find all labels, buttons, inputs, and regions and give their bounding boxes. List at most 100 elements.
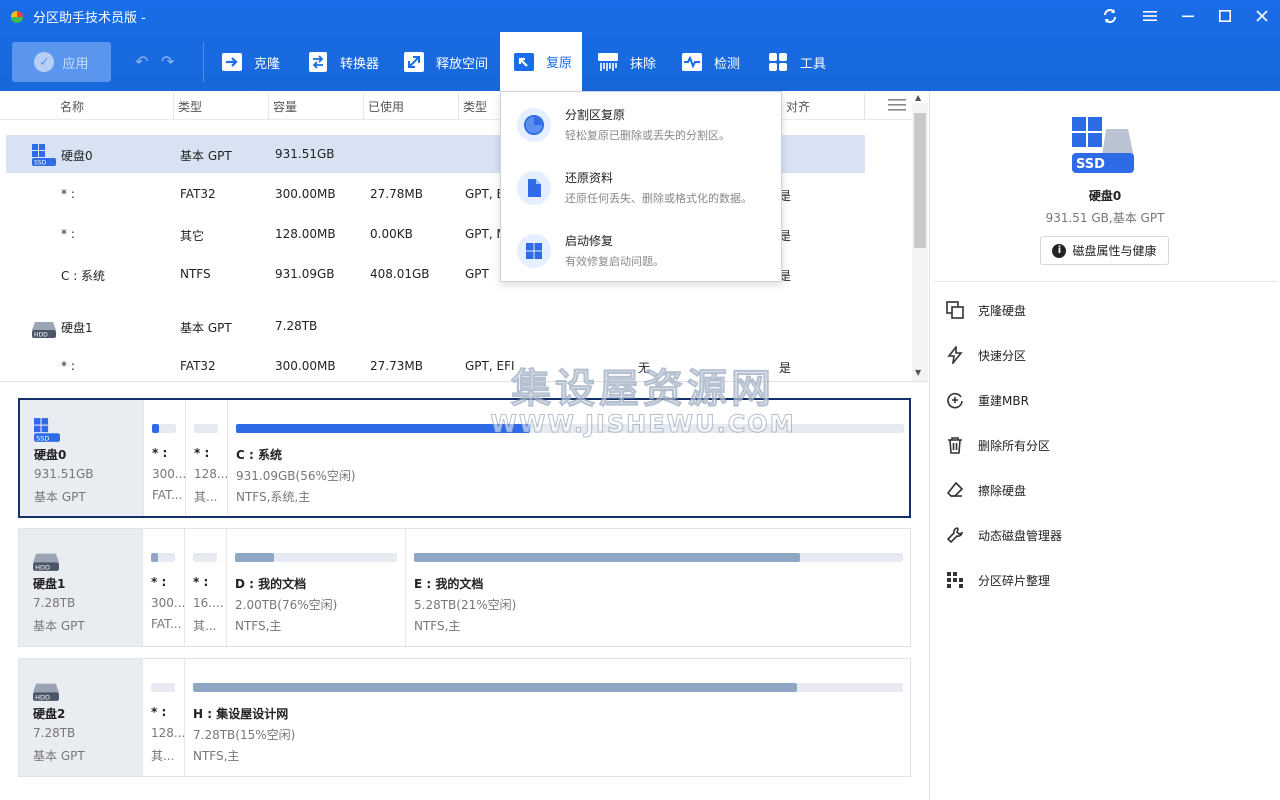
action-label: 克隆硬盘 xyxy=(978,303,1027,318)
undo-icon[interactable]: ↶ xyxy=(135,52,148,71)
recover-icon xyxy=(514,52,534,71)
pane-splitter[interactable] xyxy=(0,381,928,382)
wipe-disk-action[interactable]: 擦除硬盘 xyxy=(946,480,1026,500)
col-divider[interactable] xyxy=(458,93,459,119)
delete-all-partitions-action[interactable]: 删除所有分区 xyxy=(946,435,1050,455)
partition-block-e[interactable]: E : 我的文档 5.28TB(21%空闲) NTFS,主 xyxy=(405,529,910,646)
scroll-down-icon[interactable]: ▼ xyxy=(915,368,921,377)
usage-bar xyxy=(236,424,904,433)
partition-name: E : 我的文档 xyxy=(414,577,484,591)
table-scrollbar[interactable]: ▲ ▼ xyxy=(912,93,928,381)
disk-type: 基本 GPT xyxy=(33,749,85,763)
partition-name: D : 我的文档 xyxy=(235,577,307,591)
usage-bar xyxy=(152,424,176,433)
partition-name: H : 集设屋设计网 xyxy=(193,707,289,721)
tools-tool-button[interactable]: 工具 xyxy=(766,42,826,82)
partition-recovery-menu-item[interactable]: 分割区复原 轻松复原已删除或丢失的分割区。 xyxy=(501,92,781,154)
disk-size: 7.28TB xyxy=(33,726,76,740)
row-type: 基本 GPT xyxy=(180,149,232,163)
clone-tool-button[interactable]: 克隆 xyxy=(220,42,280,82)
menu-item-desc: 轻松复原已删除或丢失的分割区。 xyxy=(565,129,730,142)
quick-partition-action[interactable]: 快速分区 xyxy=(946,345,1026,365)
partition-size: 2.00TB(76%空闲) xyxy=(235,598,338,612)
disk-operations-panel: SSD 硬盘0 931.51 GB,基本 GPT i 磁盘属性与健康 克隆硬盘 … xyxy=(929,91,1280,800)
partition-name: * : xyxy=(152,446,168,460)
selected-disk-info: 931.51 GB,基本 GPT xyxy=(1045,211,1165,225)
col-header-used[interactable]: 已使用 xyxy=(368,98,404,115)
partition-size: 7.28TB(15%空闲) xyxy=(193,728,296,742)
maximize-icon[interactable] xyxy=(1213,6,1237,26)
col-header-type2[interactable]: 类型 xyxy=(463,98,487,115)
partition-block[interactable]: * : 128... 其... xyxy=(185,400,229,516)
refresh-icon[interactable] xyxy=(1098,6,1122,26)
col-header-align[interactable]: 对齐 xyxy=(786,98,810,115)
dynamic-disk-manager-action[interactable]: 动态磁盘管理器 xyxy=(946,525,1062,545)
partition-block[interactable]: * : 128... 其... xyxy=(142,659,185,776)
partition-block-c[interactable]: C : 系统 931.09GB(56%空闲) NTFS,系统,主 xyxy=(227,400,911,516)
check-tool-button[interactable]: 检测 xyxy=(680,42,740,82)
usage-bar xyxy=(414,553,903,562)
trash-icon xyxy=(948,437,962,454)
action-label: 删除所有分区 xyxy=(978,438,1051,453)
menu-icon[interactable] xyxy=(1138,6,1162,26)
hdd-disk-icon: HDD xyxy=(33,553,59,571)
disk-type: 基本 GPT xyxy=(34,490,86,504)
scroll-up-icon[interactable]: ▲ xyxy=(915,93,921,102)
disk-name: 硬盘0 xyxy=(34,448,67,462)
disk-name: 硬盘1 xyxy=(33,577,66,591)
redo-icon[interactable]: ↷ xyxy=(161,52,174,71)
data-recovery-menu-item[interactable]: 还原资料 还原任何丢失、删除或格式化的数据。 xyxy=(501,155,781,217)
selected-disk-name: 硬盘0 xyxy=(1088,189,1122,203)
panel-divider xyxy=(933,281,1278,282)
partition-block[interactable]: * : 300... FAT... xyxy=(142,529,186,646)
partition-size: 300... xyxy=(151,596,186,610)
lightning-icon xyxy=(947,346,963,364)
info-icon: i xyxy=(1052,243,1067,258)
col-divider[interactable] xyxy=(268,93,269,119)
column-settings-icon[interactable] xyxy=(888,98,906,112)
partition-fs: 其... xyxy=(194,490,218,504)
wipe-tool-button[interactable]: 抹除 xyxy=(596,42,656,82)
table-row-disk1[interactable]: HDD 硬盘1 基本 GPT 7.28TB xyxy=(6,307,865,345)
col-divider[interactable] xyxy=(363,93,364,119)
disk-card-0[interactable]: SSD 硬盘0 931.51GB 基本 GPT * : 300... FAT..… xyxy=(18,398,911,518)
wrench-icon xyxy=(946,527,964,544)
row-type: NTFS xyxy=(180,267,211,281)
close-icon[interactable] xyxy=(1250,6,1274,26)
free-space-tool-button[interactable]: 释放空间 xyxy=(402,42,488,82)
partition-block-h[interactable]: H : 集设屋设计网 7.28TB(15%空闲) NTFS,主 xyxy=(184,659,910,776)
partition-fs: FAT... xyxy=(152,488,183,502)
minimize-icon[interactable] xyxy=(1176,6,1200,26)
partition-block[interactable]: * : 16.... 其... xyxy=(184,529,226,646)
table-row[interactable]: * : FAT32 300.00MB 27.73MB GPT, EFI 无 是 xyxy=(6,347,865,385)
col-divider[interactable] xyxy=(173,93,174,119)
usage-fill xyxy=(152,424,160,433)
col-header-capacity[interactable]: 容量 xyxy=(273,98,297,115)
clone-disk-action[interactable]: 克隆硬盘 xyxy=(946,300,1026,320)
row-name: * : xyxy=(61,187,75,201)
disk-card-2[interactable]: HDD 硬盘2 7.28TB 基本 GPT * : 128... 其... H … xyxy=(18,658,911,777)
disk-card-1[interactable]: HDD 硬盘1 7.28TB 基本 GPT * : 300... FAT... … xyxy=(18,528,911,647)
col-header-type[interactable]: 类型 xyxy=(178,98,202,115)
apply-button[interactable]: ✓ 应用 xyxy=(12,42,111,82)
partition-fs: 其... xyxy=(193,619,217,633)
convert-tool-button[interactable]: 转换器 xyxy=(306,42,379,82)
usage-bar xyxy=(193,683,903,692)
wipe-label: 抹除 xyxy=(630,56,657,72)
boot-repair-menu-item[interactable]: 启动修复 有效修复启动问题。 xyxy=(501,218,781,280)
partition-block[interactable]: * : 300... FAT... xyxy=(143,400,186,516)
col-header-name[interactable]: 名称 xyxy=(60,98,84,115)
clone-disk-icon xyxy=(946,301,964,319)
defrag-action[interactable]: 分区碎片整理 xyxy=(946,570,1050,590)
partition-size: 128... xyxy=(194,467,229,481)
disk-properties-button[interactable]: i 磁盘属性与健康 xyxy=(1040,236,1169,265)
partition-size: 16.... xyxy=(193,596,224,610)
recover-tool-button[interactable]: 复原 xyxy=(500,32,583,91)
col-divider[interactable] xyxy=(864,93,865,119)
rebuild-mbr-action[interactable]: 重建MBR xyxy=(946,390,1029,410)
partition-block-d[interactable]: D : 我的文档 2.00TB(76%空闲) NTFS,主 xyxy=(226,529,405,646)
convert-icon xyxy=(309,52,327,72)
ssd-disk-icon: SSD xyxy=(34,418,60,442)
free-space-label: 释放空间 xyxy=(436,56,489,72)
scrollbar-thumb[interactable] xyxy=(914,113,926,248)
